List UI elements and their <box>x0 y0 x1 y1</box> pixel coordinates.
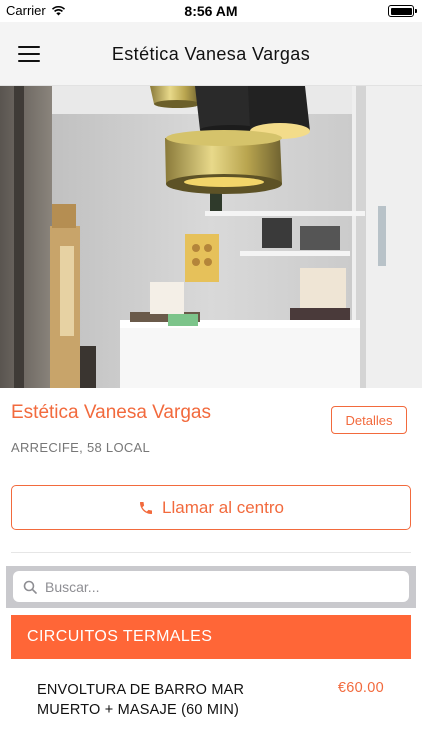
hamburger-menu-icon[interactable] <box>18 46 40 62</box>
search-bar <box>6 566 416 608</box>
salon-interior-image <box>0 86 422 388</box>
service-name: ENVOLTURA DE BARRO MAR MUERTO + MASAJE (… <box>37 682 245 718</box>
status-bar: Carrier 8:56 AM <box>0 0 422 22</box>
search-input[interactable] <box>45 578 385 595</box>
service-price: €60.00 <box>337 680 384 696</box>
page-title: Estética Vanesa Vargas <box>111 44 311 64</box>
navigation-bar: Estética Vanesa Vargas <box>0 22 422 86</box>
status-carrier: Carrier <box>6 3 66 18</box>
search-box <box>13 571 409 602</box>
category-title: CIRCUITOS TERMALES <box>27 628 213 645</box>
call-center-button[interactable]: Llamar al centro <box>11 485 411 530</box>
category-header[interactable]: CIRCUITOS TERMALES <box>11 615 411 659</box>
phone-icon <box>140 501 153 514</box>
carrier-label: Carrier <box>6 3 46 18</box>
search-icon <box>23 580 37 594</box>
call-center-label: Llamar al centro <box>162 497 284 517</box>
battery-icon <box>388 5 417 17</box>
center-address: ARRECIFE, 58 LOCAL <box>11 440 151 455</box>
service-row[interactable]: ENVOLTURA DE BARRO MAR MUERTO + MASAJE (… <box>11 672 411 750</box>
wifi-icon <box>51 5 65 16</box>
center-name: Estética Vanesa Vargas <box>11 402 211 423</box>
divider <box>11 552 411 553</box>
salon-photo <box>0 86 422 388</box>
details-button[interactable]: Detalles <box>331 406 407 434</box>
